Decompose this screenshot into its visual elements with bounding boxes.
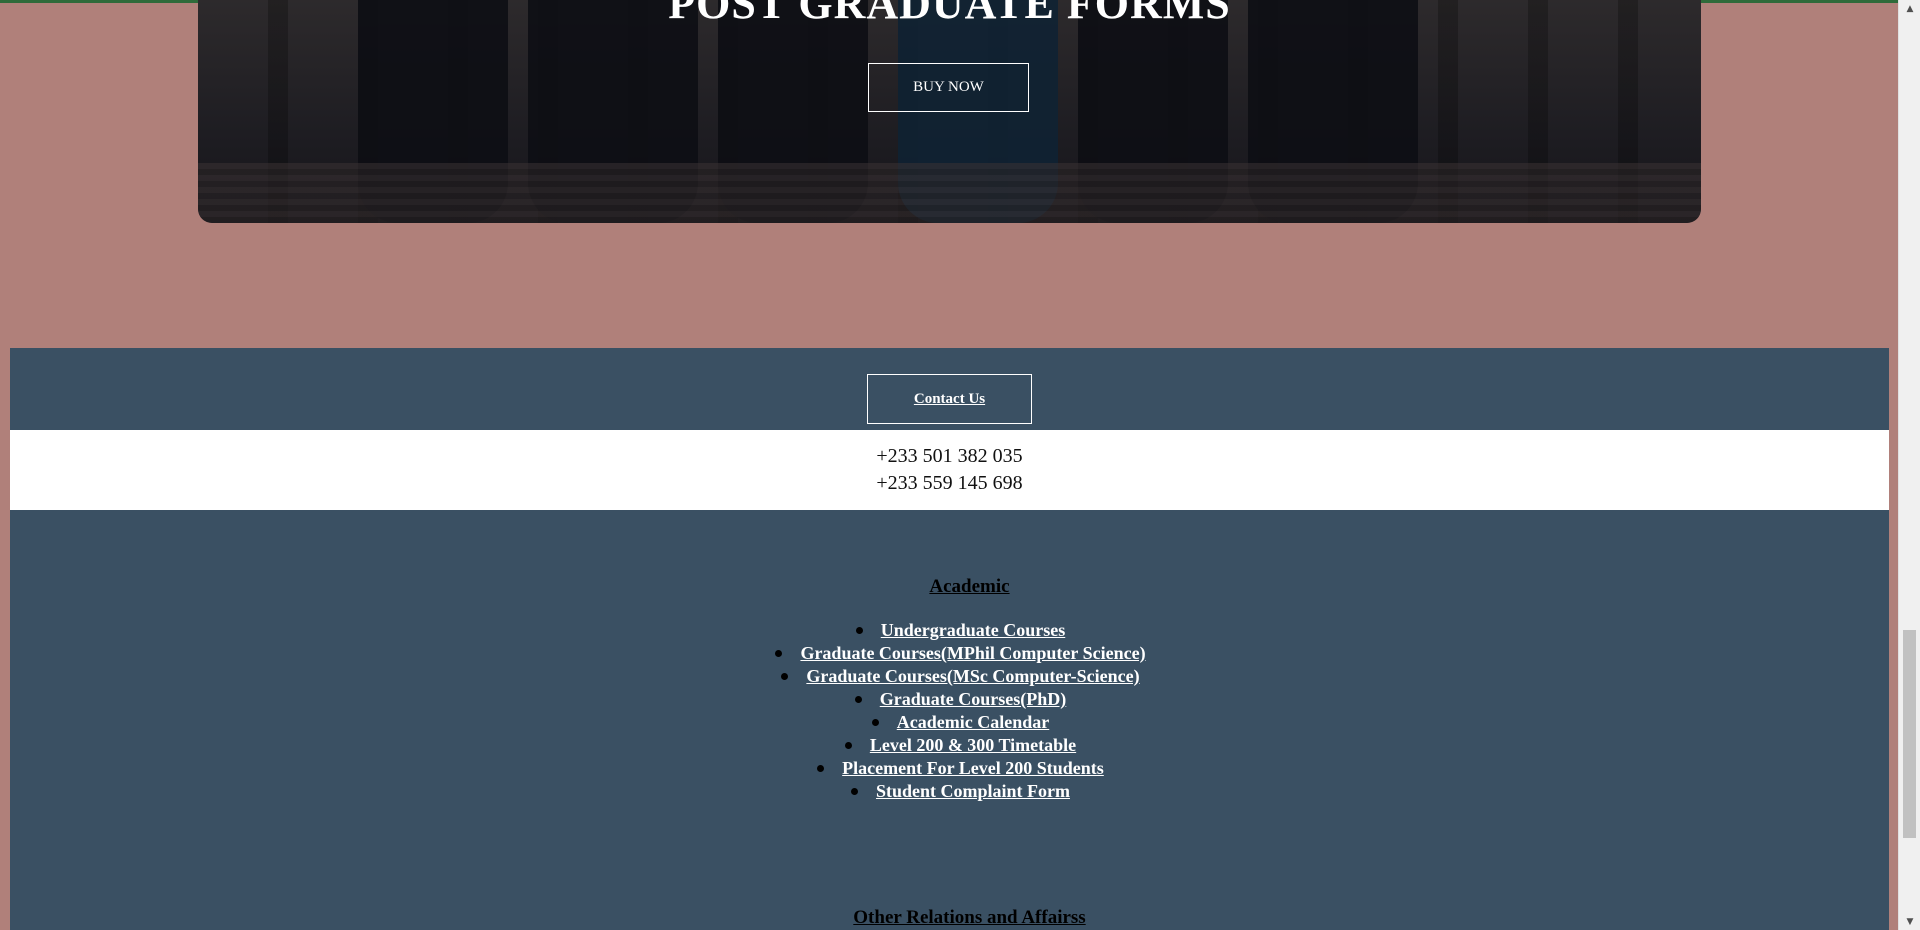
other-relations-heading: Other Relations and Affairss	[853, 907, 1086, 928]
link-timetable[interactable]: Level 200 & 300 Timetable	[870, 735, 1076, 755]
academic-heading: Academic	[929, 576, 1010, 597]
scroll-thumb[interactable]	[1903, 630, 1916, 838]
link-placement[interactable]: Placement For Level 200 Students	[842, 758, 1104, 778]
bullet-icon	[781, 672, 789, 680]
bullet-icon	[817, 764, 825, 772]
phone-list: +233 501 382 035 +233 559 145 698	[10, 430, 1889, 510]
footer-links-section: Academic Undergraduate Courses Graduate …	[10, 510, 1889, 930]
link-complaint-form[interactable]: Student Complaint Form	[876, 781, 1070, 801]
list-item: Academic Calendar	[10, 711, 1889, 734]
contact-us-button[interactable]: Contact Us	[867, 374, 1032, 424]
buy-now-button[interactable]: BUY NOW	[868, 63, 1029, 112]
link-graduate-msc[interactable]: Graduate Courses(MSc Computer-Science)	[806, 666, 1139, 686]
bullet-icon	[844, 741, 852, 749]
link-graduate-mphil[interactable]: Graduate Courses(MPhil Computer Science)	[800, 643, 1145, 663]
vertical-scrollbar[interactable]: ▲ ▼	[1898, 0, 1920, 930]
phone-number: +233 559 145 698	[876, 472, 1023, 494]
hero-steps	[198, 163, 1701, 223]
scroll-up-icon[interactable]: ▲	[1899, 0, 1920, 17]
list-item: Placement For Level 200 Students	[10, 757, 1889, 780]
list-item: Level 200 & 300 Timetable	[10, 734, 1889, 757]
list-item: Graduate Courses(MPhil Computer Science)	[10, 642, 1889, 665]
link-graduate-phd[interactable]: Graduate Courses(PhD)	[880, 689, 1067, 709]
list-item: Student Complaint Form	[10, 780, 1889, 803]
list-item: Graduate Courses(PhD)	[10, 688, 1889, 711]
list-item: Graduate Courses(MSc Computer-Science)	[10, 665, 1889, 688]
phone-number: +233 501 382 035	[876, 445, 1023, 467]
list-item: Undergraduate Courses	[10, 619, 1889, 642]
bullet-icon	[871, 718, 879, 726]
hero-title: POST GRADUATE FORMS	[668, 0, 1231, 28]
link-undergraduate-courses[interactable]: Undergraduate Courses	[881, 620, 1066, 640]
academic-links-list: Undergraduate Courses Graduate Courses(M…	[10, 619, 1889, 803]
link-academic-calendar[interactable]: Academic Calendar	[897, 712, 1049, 732]
scroll-down-icon[interactable]: ▼	[1899, 913, 1920, 930]
bullet-icon	[775, 649, 783, 657]
bullet-icon	[854, 695, 862, 703]
bullet-icon	[855, 626, 863, 634]
bullet-icon	[850, 787, 858, 795]
